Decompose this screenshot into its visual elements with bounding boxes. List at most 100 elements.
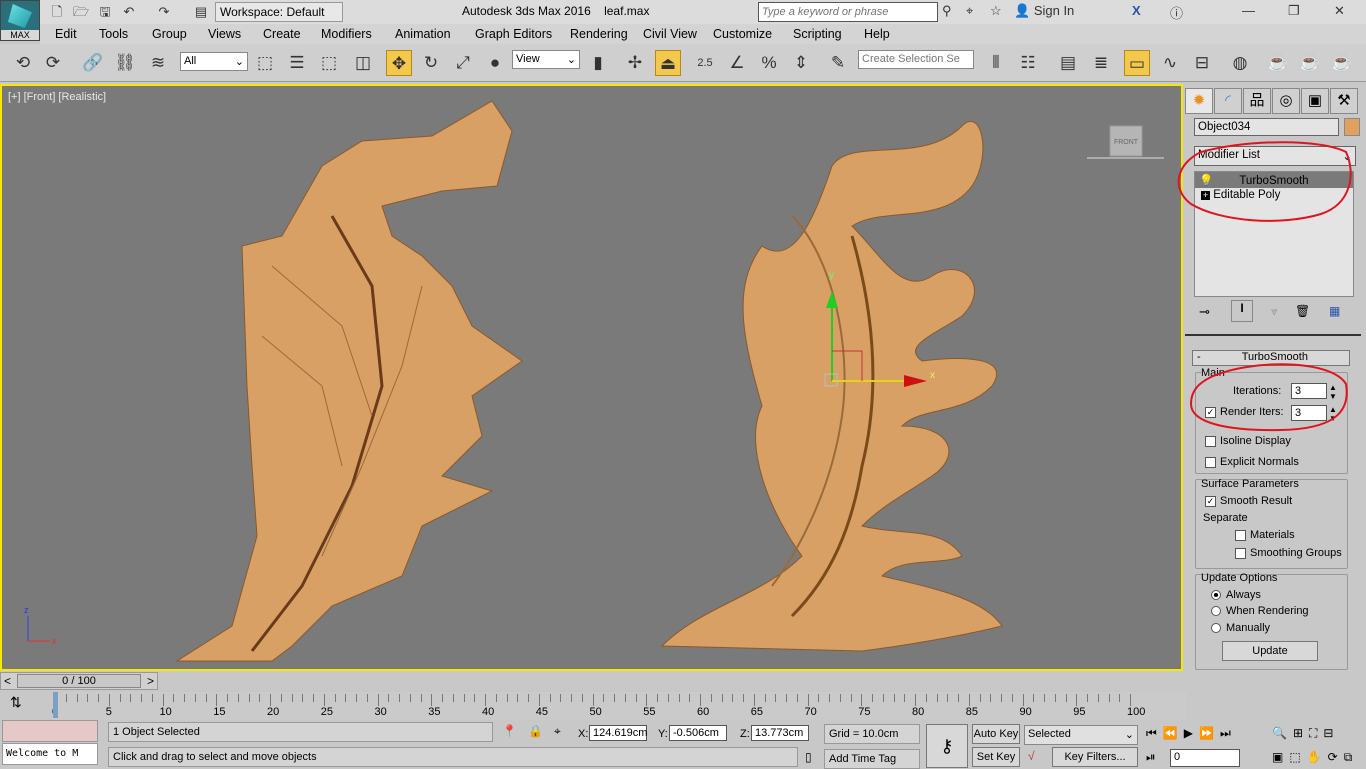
redo-icon[interactable]: ⟳ [40,50,66,76]
satellite-icon[interactable]: ⌖ [966,3,973,19]
field-of-view-icon[interactable]: ▣ [1272,750,1289,764]
smooth-result-checkbox[interactable]: ✓ Smooth Result [1205,495,1292,507]
prev-key-icon[interactable]: ⏪ [1163,726,1184,740]
pivot-center-icon[interactable]: ▮ [585,50,611,76]
align-icon[interactable]: ☷ [1015,50,1041,76]
tab-utilities[interactable]: ⚒ [1330,88,1358,114]
smoothing-groups-checkbox[interactable]: Smoothing Groups [1235,547,1342,559]
menu-civil-view[interactable]: Civil View [643,27,697,41]
set-key-button[interactable]: Set Key [972,747,1020,767]
go-to-end-icon[interactable]: ⏭ [1220,726,1237,740]
menu-animation[interactable]: Animation [395,27,451,41]
select-move-icon[interactable]: ✥ [386,50,412,76]
materials-checkbox[interactable]: Materials [1235,529,1295,541]
menu-views[interactable]: Views [208,27,241,41]
listener-output[interactable]: Welcome to M [2,743,98,765]
update-button[interactable]: Update [1222,641,1318,661]
menu-scripting[interactable]: Scripting [793,27,842,41]
render-setup-icon[interactable]: ☕ [1265,50,1291,76]
exchange-x-icon[interactable]: X [1132,3,1141,18]
link-icon[interactable]: 🔗 [80,50,106,76]
explicit-normals-checkbox[interactable]: Explicit Normals [1205,456,1299,468]
y-coordinate-field[interactable]: -0.506cm [669,725,727,741]
workspace-dropdown[interactable]: Workspace: Default [215,2,343,22]
viewport-front[interactable]: [+] [Front] [Realistic] y x FRONT z x [0,84,1183,671]
selection-lock-icon[interactable]: 🔒 [528,724,543,738]
named-selection-set-dropdown[interactable]: Create Selection Se [858,50,974,69]
select-manipulate-icon[interactable]: ● [482,50,508,76]
app-menu-button[interactable]: MAX [0,0,40,41]
restore-button[interactable]: ❐ [1288,3,1300,19]
set-key-key-icon[interactable]: ⚷ [926,724,968,768]
isolate-selection-icon[interactable]: 📍 [502,724,517,738]
default-tangents-icon[interactable]: √ [1028,749,1035,763]
undo-icon[interactable]: ⟲ [10,50,36,76]
search-input[interactable] [758,2,938,22]
spinner-snap-icon[interactable]: ⇕ [788,50,814,76]
unlink-icon[interactable]: ⛓ [112,50,138,76]
close-button[interactable]: ✕ [1334,3,1345,19]
ribbon-toggle-icon[interactable]: ▭ [1124,50,1150,76]
mini-curve-editor-icon[interactable]: ⇅ [10,694,22,711]
bind-spacewarp-icon[interactable]: ≋ [145,50,171,76]
maximize-viewport-icon[interactable]: ⧉ [1344,750,1359,764]
scene-explorer-icon[interactable]: ▤ [1055,50,1081,76]
percent-snap-icon[interactable]: % [756,50,782,76]
select-by-name-icon[interactable]: ☰ [284,50,310,76]
keyboard-shortcut-override-icon[interactable]: ⏏ [655,50,681,76]
go-to-start-icon[interactable]: ⏮ [1146,726,1163,740]
tab-display[interactable]: ▣ [1301,88,1329,114]
edit-named-selection-icon[interactable]: ✎ [825,50,851,76]
select-object-icon[interactable]: ⬚ [252,50,278,76]
zoom-icon[interactable]: 🔍 [1272,726,1293,740]
zoom-extents-icon[interactable]: ⛶ [1309,726,1323,740]
mirror-icon[interactable]: ⫴ [983,50,1009,76]
menu-graph-editors[interactable]: Graph Editors [475,27,552,41]
menu-edit[interactable]: Edit [55,27,77,41]
always-radio[interactable]: Always [1211,589,1261,601]
layer-manager-icon[interactable]: ≣ [1088,50,1114,76]
redo-icon[interactable]: ↷ [155,3,173,21]
key-mode-toggle-icon[interactable]: ⏯ [1146,750,1156,765]
select-rotate-icon[interactable]: ↻ [418,50,444,76]
zoom-all-icon[interactable]: ⊞ [1293,726,1309,740]
project-icon[interactable]: ▤ [192,3,210,21]
menu-tools[interactable]: Tools [99,27,128,41]
tab-modify[interactable]: ◜ [1214,88,1242,114]
menu-modifiers[interactable]: Modifiers [321,27,372,41]
orbit-icon[interactable]: ⟳ [1328,750,1344,764]
time-slider[interactable]: < 0 / 100 > [0,672,158,690]
select-link-icon[interactable]: ✢ [622,50,648,76]
time-slider-thumb[interactable]: 0 / 100 [17,674,141,688]
rendered-frame-window-icon[interactable]: ☕ [1297,50,1323,76]
snaps-toggle-icon[interactable]: 2.5 [692,50,718,76]
binoculars-icon[interactable]: ⚲ [942,3,952,19]
reference-coordinate-dropdown[interactable]: View ⌄ [512,50,580,69]
play-icon[interactable]: ▶ [1184,726,1199,740]
rectangle-selection-icon[interactable]: ⬚ [316,50,342,76]
menu-group[interactable]: Group [152,27,187,41]
manually-radio[interactable]: Manually [1211,622,1270,634]
prev-frame-arrow-icon[interactable]: < [4,674,11,688]
select-scale-icon[interactable]: ⤢ [450,50,476,76]
tab-hierarchy[interactable]: 品 [1243,88,1271,114]
tab-create[interactable]: ✹ [1185,88,1213,114]
zoom-region-icon[interactable]: ⬚ [1289,750,1306,764]
viewcube[interactable]: FRONT [1087,125,1164,159]
menu-create[interactable]: Create [263,27,301,41]
when-rendering-radio[interactable]: When Rendering [1211,605,1309,617]
tab-motion[interactable]: ◎ [1272,88,1300,114]
menu-help[interactable]: Help [864,27,890,41]
next-key-icon[interactable]: ⏩ [1199,726,1220,740]
pan-hand-icon[interactable]: ✋ [1307,750,1328,764]
isoline-display-checkbox[interactable]: Isoline Display [1205,435,1291,447]
angle-snap-icon[interactable]: ∠ [724,50,750,76]
schematic-view-icon[interactable]: ⊟ [1189,50,1215,76]
save-icon[interactable]: 🖫 [96,3,114,21]
curve-editor-icon[interactable]: ∿ [1157,50,1183,76]
add-time-tag-button[interactable]: Add Time Tag [824,749,920,769]
current-frame-marker[interactable] [53,692,58,718]
help-icon[interactable]: ⓘ [1170,3,1183,22]
selection-filter-dropdown[interactable]: All ⌄ [180,52,248,71]
render-production-icon[interactable]: ☕ [1329,50,1355,76]
